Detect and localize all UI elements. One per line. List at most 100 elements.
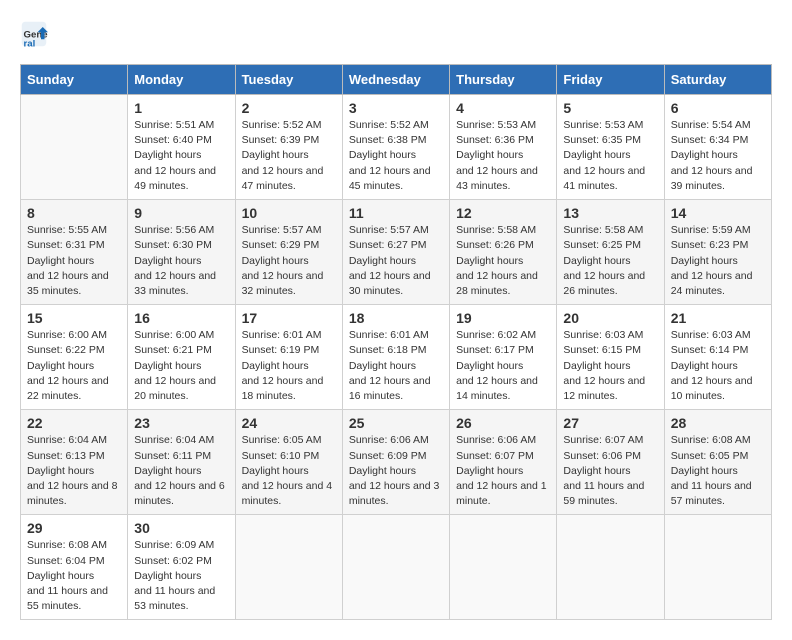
sunset-label: Sunset: 6:23 PM (671, 239, 749, 251)
day-info: Sunrise: 5:53 AM Sunset: 6:35 PM Dayligh… (563, 118, 657, 194)
daylight-duration: and 11 hours and 55 minutes. (27, 585, 108, 612)
day-number: 4 (456, 100, 550, 116)
sunset-label: Sunset: 6:22 PM (27, 344, 105, 356)
daylight-duration: and 12 hours and 10 minutes. (671, 375, 753, 402)
daylight-duration: and 12 hours and 16 minutes. (349, 375, 431, 402)
sunset-label: Sunset: 6:21 PM (134, 344, 212, 356)
calendar-cell-empty (557, 515, 664, 620)
calendar-cell-day-17: 17 Sunrise: 6:01 AM Sunset: 6:19 PM Dayl… (235, 305, 342, 410)
daylight-label: Daylight hours (456, 360, 523, 372)
day-number: 8 (27, 205, 121, 221)
calendar-cell-day-22: 22 Sunrise: 6:04 AM Sunset: 6:13 PM Dayl… (21, 410, 128, 515)
daylight-duration: and 12 hours and 4 minutes. (242, 480, 333, 507)
day-number: 26 (456, 415, 550, 431)
calendar-week-2: 8 Sunrise: 5:55 AM Sunset: 6:31 PM Dayli… (21, 200, 772, 305)
day-number: 5 (563, 100, 657, 116)
daylight-duration: and 12 hours and 3 minutes. (349, 480, 440, 507)
calendar-cell-day-21: 21 Sunrise: 6:03 AM Sunset: 6:14 PM Dayl… (664, 305, 771, 410)
day-number: 2 (242, 100, 336, 116)
day-info: Sunrise: 6:00 AM Sunset: 6:22 PM Dayligh… (27, 328, 121, 404)
sunrise-label: Sunrise: 6:06 AM (456, 434, 536, 446)
day-number: 10 (242, 205, 336, 221)
daylight-duration: and 11 hours and 53 minutes. (134, 585, 215, 612)
daylight-label: Daylight hours (242, 360, 309, 372)
daylight-label: Daylight hours (671, 255, 738, 267)
daylight-label: Daylight hours (27, 255, 94, 267)
sunset-label: Sunset: 6:11 PM (134, 450, 211, 462)
sunrise-label: Sunrise: 6:06 AM (349, 434, 429, 446)
day-info: Sunrise: 5:58 AM Sunset: 6:26 PM Dayligh… (456, 223, 550, 299)
calendar-week-4: 22 Sunrise: 6:04 AM Sunset: 6:13 PM Dayl… (21, 410, 772, 515)
daylight-duration: and 12 hours and 22 minutes. (27, 375, 109, 402)
day-number: 3 (349, 100, 443, 116)
day-number: 21 (671, 310, 765, 326)
daylight-label: Daylight hours (242, 255, 309, 267)
sunrise-label: Sunrise: 6:08 AM (671, 434, 751, 446)
sunset-label: Sunset: 6:17 PM (456, 344, 534, 356)
sunrise-label: Sunrise: 6:08 AM (27, 539, 107, 551)
daylight-duration: and 12 hours and 39 minutes. (671, 165, 753, 192)
day-number: 13 (563, 205, 657, 221)
daylight-duration: and 12 hours and 12 minutes. (563, 375, 645, 402)
sunset-label: Sunset: 6:09 PM (349, 450, 427, 462)
daylight-duration: and 12 hours and 33 minutes. (134, 270, 216, 297)
daylight-duration: and 12 hours and 43 minutes. (456, 165, 538, 192)
day-number: 30 (134, 520, 228, 536)
day-number: 18 (349, 310, 443, 326)
calendar-cell-day-27: 27 Sunrise: 6:07 AM Sunset: 6:06 PM Dayl… (557, 410, 664, 515)
calendar-cell-day-10: 10 Sunrise: 5:57 AM Sunset: 6:29 PM Dayl… (235, 200, 342, 305)
daylight-label: Daylight hours (134, 360, 201, 372)
day-number: 11 (349, 205, 443, 221)
sunrise-label: Sunrise: 6:04 AM (134, 434, 214, 446)
daylight-duration: and 12 hours and 1 minute. (456, 480, 547, 507)
sunset-label: Sunset: 6:10 PM (242, 450, 320, 462)
day-number: 19 (456, 310, 550, 326)
sunset-label: Sunset: 6:19 PM (242, 344, 320, 356)
calendar-cell-day-25: 25 Sunrise: 6:06 AM Sunset: 6:09 PM Dayl… (342, 410, 449, 515)
day-info: Sunrise: 6:09 AM Sunset: 6:02 PM Dayligh… (134, 538, 228, 614)
daylight-label: Daylight hours (349, 149, 416, 161)
calendar-header-monday: Monday (128, 65, 235, 95)
calendar-cell-day-11: 11 Sunrise: 5:57 AM Sunset: 6:27 PM Dayl… (342, 200, 449, 305)
calendar-header-tuesday: Tuesday (235, 65, 342, 95)
calendar-cell-day-4: 4 Sunrise: 5:53 AM Sunset: 6:36 PM Dayli… (450, 95, 557, 200)
daylight-label: Daylight hours (242, 149, 309, 161)
day-number: 15 (27, 310, 121, 326)
day-info: Sunrise: 6:06 AM Sunset: 6:07 PM Dayligh… (456, 433, 550, 509)
day-info: Sunrise: 6:08 AM Sunset: 6:05 PM Dayligh… (671, 433, 765, 509)
sunset-label: Sunset: 6:04 PM (27, 555, 105, 567)
calendar-cell-empty (342, 515, 449, 620)
daylight-duration: and 12 hours and 35 minutes. (27, 270, 109, 297)
sunrise-label: Sunrise: 5:52 AM (349, 119, 429, 131)
daylight-duration: and 12 hours and 26 minutes. (563, 270, 645, 297)
calendar-cell-day-24: 24 Sunrise: 6:05 AM Sunset: 6:10 PM Dayl… (235, 410, 342, 515)
day-number: 29 (27, 520, 121, 536)
calendar-cell-day-9: 9 Sunrise: 5:56 AM Sunset: 6:30 PM Dayli… (128, 200, 235, 305)
sunrise-label: Sunrise: 5:57 AM (242, 224, 322, 236)
day-number: 1 (134, 100, 228, 116)
calendar-header-friday: Friday (557, 65, 664, 95)
day-info: Sunrise: 6:07 AM Sunset: 6:06 PM Dayligh… (563, 433, 657, 509)
daylight-label: Daylight hours (563, 465, 630, 477)
day-number: 16 (134, 310, 228, 326)
day-info: Sunrise: 5:56 AM Sunset: 6:30 PM Dayligh… (134, 223, 228, 299)
daylight-label: Daylight hours (349, 255, 416, 267)
daylight-label: Daylight hours (563, 360, 630, 372)
day-info: Sunrise: 5:57 AM Sunset: 6:29 PM Dayligh… (242, 223, 336, 299)
calendar-cell-day-15: 15 Sunrise: 6:00 AM Sunset: 6:22 PM Dayl… (21, 305, 128, 410)
sunset-label: Sunset: 6:15 PM (563, 344, 641, 356)
daylight-label: Daylight hours (671, 465, 738, 477)
day-info: Sunrise: 6:05 AM Sunset: 6:10 PM Dayligh… (242, 433, 336, 509)
day-info: Sunrise: 5:52 AM Sunset: 6:38 PM Dayligh… (349, 118, 443, 194)
daylight-label: Daylight hours (563, 255, 630, 267)
calendar-cell-day-30: 30 Sunrise: 6:09 AM Sunset: 6:02 PM Dayl… (128, 515, 235, 620)
daylight-label: Daylight hours (349, 465, 416, 477)
sunrise-label: Sunrise: 6:04 AM (27, 434, 107, 446)
daylight-label: Daylight hours (349, 360, 416, 372)
calendar-cell-empty (450, 515, 557, 620)
day-number: 6 (671, 100, 765, 116)
calendar-header-sunday: Sunday (21, 65, 128, 95)
sunrise-label: Sunrise: 6:03 AM (671, 329, 751, 341)
daylight-label: Daylight hours (456, 465, 523, 477)
daylight-label: Daylight hours (134, 149, 201, 161)
